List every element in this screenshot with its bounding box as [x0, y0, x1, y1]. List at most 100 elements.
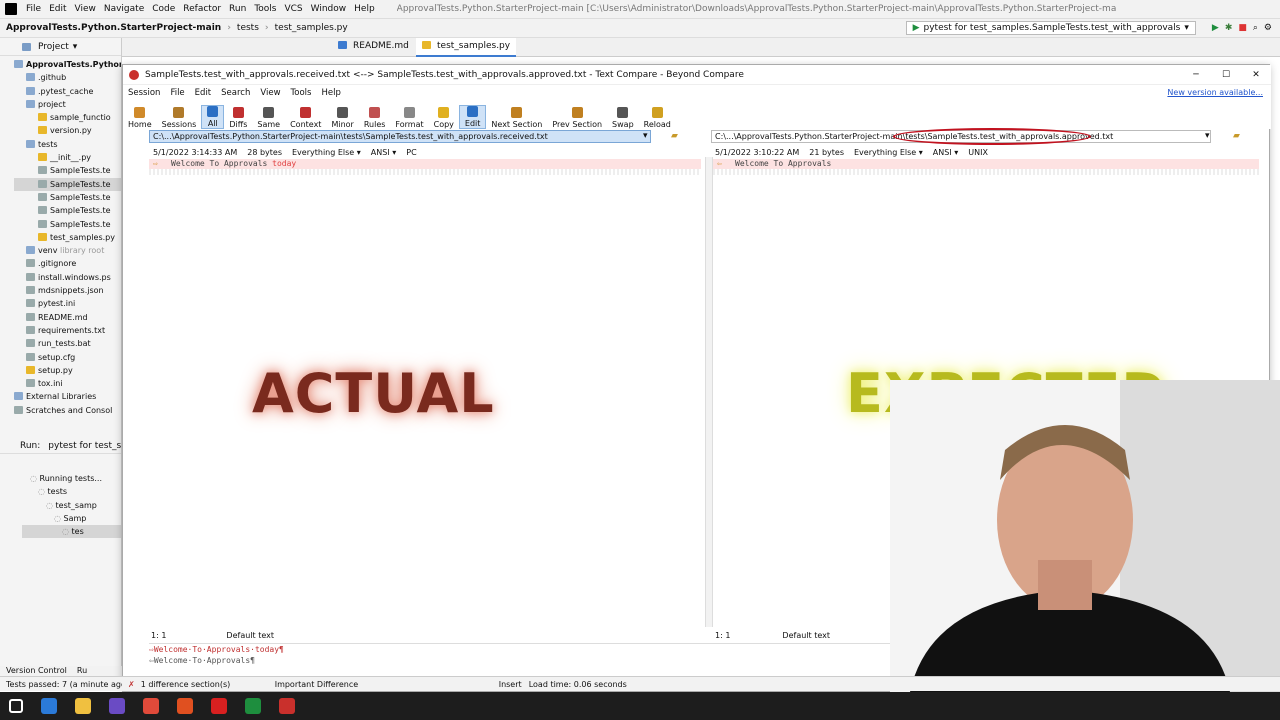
edge-icon[interactable]: [41, 698, 57, 714]
run-tree-item[interactable]: ◌ tests: [22, 485, 121, 498]
project-tree-item[interactable]: .pytest_cache: [14, 85, 121, 98]
ide-menu-item-refactor[interactable]: Refactor: [179, 4, 225, 14]
project-tree-item[interactable]: pytest.ini: [14, 297, 121, 310]
same-button[interactable]: Same: [252, 107, 285, 129]
project-tree-item[interactable]: test_samples.py: [14, 231, 121, 244]
project-tree-item[interactable]: tests: [14, 138, 121, 151]
ide-menu-item-file[interactable]: File: [22, 4, 45, 14]
project-tree-item[interactable]: .gitignore: [14, 257, 121, 270]
run-tree-item[interactable]: ◌ Samp: [22, 512, 121, 525]
project-tree-item[interactable]: README.md: [14, 311, 121, 324]
bc-menu-item-tools[interactable]: Tools: [286, 88, 317, 98]
run-tree-item[interactable]: ◌ Running tests...: [22, 472, 121, 485]
project-tree-item[interactable]: SampleTests.te: [14, 164, 121, 177]
ide-menu-item-tools[interactable]: Tools: [250, 4, 280, 14]
screen-recorder-icon[interactable]: [211, 698, 227, 714]
gear-icon[interactable]: ⚙: [1264, 23, 1272, 33]
tab-readme[interactable]: README.md: [338, 41, 409, 51]
ide-menu-item-help[interactable]: Help: [350, 4, 379, 14]
project-tree-item[interactable]: SampleTests.te: [14, 204, 121, 217]
excel-icon[interactable]: [245, 698, 261, 714]
obs-icon[interactable]: [109, 698, 125, 714]
run-icon[interactable]: ▶: [1212, 23, 1219, 33]
tests-passed-status[interactable]: Tests passed: 7 (a minute ago): [0, 680, 122, 689]
left-diff-line[interactable]: ⇨ Welcome To Approvals today: [149, 159, 701, 169]
project-tree-item[interactable]: sample_functio: [14, 111, 121, 124]
chevron-down-icon[interactable]: ▾: [73, 42, 78, 52]
ide-menu-item-view[interactable]: View: [71, 4, 100, 14]
prev-section-button[interactable]: Prev Section: [547, 107, 607, 129]
project-tree-item[interactable]: install.windows.ps: [14, 271, 121, 284]
ide-menu-item-vcs[interactable]: VCS: [280, 4, 306, 14]
next-section-button[interactable]: Next Section: [486, 107, 547, 129]
pane-splitter[interactable]: [705, 157, 713, 627]
right-encoding-select[interactable]: ANSI ▾: [933, 148, 958, 157]
project-tree-item[interactable]: SampleTests.te: [14, 177, 121, 191]
bc-menu-item-search[interactable]: Search: [216, 88, 255, 98]
project-tree-item[interactable]: External Libraries: [14, 390, 121, 403]
project-tree-item[interactable]: project: [14, 98, 121, 111]
project-tree-item[interactable]: SampleTests.te: [14, 191, 121, 204]
rules-button[interactable]: Rules: [359, 107, 391, 129]
project-tree-item[interactable]: version.py: [14, 124, 121, 137]
format-button[interactable]: Format: [390, 107, 428, 129]
breadcrumb-file[interactable]: test_samples.py: [275, 23, 348, 33]
debug-icon[interactable]: ✱: [1225, 23, 1233, 33]
right-filter-select[interactable]: Everything Else ▾: [854, 148, 923, 157]
minor-button[interactable]: Minor: [326, 107, 358, 129]
project-tree-item[interactable]: tox.ini: [14, 377, 121, 390]
project-tree-item[interactable]: run_tests.bat: [14, 337, 121, 350]
new-version-link[interactable]: New version available...: [1167, 88, 1263, 97]
ide-menu-item-window[interactable]: Window: [307, 4, 351, 14]
home-button[interactable]: Home: [123, 107, 157, 129]
run-config-select[interactable]: ▶ pytest for test_samples.SampleTests.te…: [905, 21, 1196, 35]
tab-test-samples[interactable]: test_samples.py: [416, 38, 517, 57]
left-path-dropdown-icon[interactable]: ▾: [643, 131, 648, 141]
ide-menu-item-code[interactable]: Code: [148, 4, 179, 14]
all-button[interactable]: All: [201, 105, 225, 129]
stop-icon[interactable]: ■: [1238, 23, 1247, 33]
bc-menu-item-view[interactable]: View: [255, 88, 285, 98]
project-tree-item[interactable]: .github: [14, 71, 121, 84]
project-tree-item[interactable]: Scratches and Consol: [14, 404, 121, 417]
right-browse-folder-icon[interactable]: ▰: [1233, 131, 1240, 141]
left-filter-select[interactable]: Everything Else ▾: [292, 148, 361, 157]
ide-menu-item-navigate[interactable]: Navigate: [100, 4, 148, 14]
file-explorer-icon[interactable]: [75, 698, 91, 714]
sessions-button[interactable]: Sessions: [157, 107, 202, 129]
bc-menu-item-help[interactable]: Help: [316, 88, 345, 98]
run-tree-item[interactable]: ◌ test_samp: [22, 499, 121, 512]
ide-menu-item-edit[interactable]: Edit: [45, 4, 70, 14]
left-eol[interactable]: PC: [406, 148, 416, 157]
bc-menu-item-file[interactable]: File: [165, 88, 189, 98]
project-tree-item[interactable]: setup.cfg: [14, 351, 121, 364]
swap-button[interactable]: Swap: [607, 107, 639, 129]
project-tree-item[interactable]: mdsnippets.json: [14, 284, 121, 297]
left-path-field[interactable]: C:\...\ApprovalTests.Python.StarterProje…: [149, 130, 651, 143]
copy-button[interactable]: Copy: [429, 107, 459, 129]
bc-menu-item-edit[interactable]: Edit: [190, 88, 216, 98]
search-icon[interactable]: ⌕: [1253, 23, 1258, 33]
brave-icon[interactable]: [177, 698, 193, 714]
project-tree-item[interactable]: ApprovalTests.Python.StarterProject-main: [14, 58, 121, 71]
project-tree-item[interactable]: setup.py: [14, 364, 121, 377]
context-button[interactable]: Context: [285, 107, 326, 129]
project-label[interactable]: Project: [38, 42, 69, 52]
left-encoding-select[interactable]: ANSI ▾: [371, 148, 396, 157]
bc-menu-item-session[interactable]: Session: [123, 88, 165, 98]
right-path-dropdown-icon[interactable]: ▾: [1205, 131, 1210, 141]
chrome-icon[interactable]: [143, 698, 159, 714]
left-browse-folder-icon[interactable]: ▰: [671, 131, 678, 141]
project-tree-item[interactable]: requirements.txt: [14, 324, 121, 337]
breadcrumb-folder[interactable]: tests: [237, 23, 259, 33]
edit-button[interactable]: Edit: [458, 105, 487, 129]
windows-start-icon[interactable]: [9, 699, 23, 713]
maximize-icon[interactable]: ☐: [1211, 70, 1241, 80]
close-icon[interactable]: ✕: [1241, 70, 1271, 80]
project-tree-item[interactable]: SampleTests.te: [14, 218, 121, 231]
run-tab[interactable]: pytest for test_sa: [48, 441, 121, 451]
minimize-icon[interactable]: ─: [1181, 70, 1211, 80]
beyond-compare-icon[interactable]: [279, 698, 295, 714]
project-tree-item[interactable]: __init__.py: [14, 151, 121, 164]
ide-menu-item-run[interactable]: Run: [225, 4, 250, 14]
